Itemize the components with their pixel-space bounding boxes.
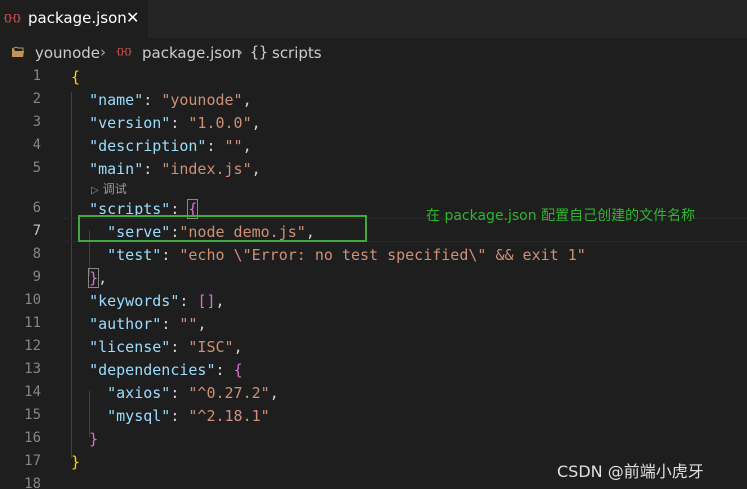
line-number: 3 xyxy=(32,114,41,130)
tab-package-json[interactable]: {}{} package.json ✕ xyxy=(0,0,148,38)
codelens-label: 调试 xyxy=(102,182,127,196)
line-number: 4 xyxy=(32,137,41,153)
code-text: } xyxy=(89,430,99,448)
line-number: 6 xyxy=(32,200,41,216)
highlight-box xyxy=(78,215,367,242)
line-number: 11 xyxy=(24,315,41,331)
line-number: 16 xyxy=(24,430,41,446)
json-file-icon: {}{} xyxy=(116,47,132,56)
line-number: 8 xyxy=(32,246,41,262)
close-icon[interactable]: ✕ xyxy=(126,8,139,27)
line-number: 9 xyxy=(32,269,41,285)
folder-icon xyxy=(11,46,24,57)
code-line: 11 "author": "", xyxy=(0,313,747,336)
line-number: 7 xyxy=(32,223,41,239)
code-text: { xyxy=(71,68,81,86)
code-line: 15 "mysql": "^2.18.1" xyxy=(0,405,747,428)
braces-icon: {} xyxy=(250,43,269,61)
debug-codelens[interactable]: ▷ 调试 xyxy=(91,180,127,197)
chevron-right-icon: › xyxy=(100,43,106,61)
run-icon: ▷ xyxy=(91,185,99,196)
code-line: 9 }, xyxy=(0,267,747,290)
code-editor: {}{} package.json ✕ younode › {}{} packa… xyxy=(0,0,747,489)
code-text: }, xyxy=(88,268,108,288)
breadcrumb-symbol[interactable]: scripts xyxy=(272,44,322,62)
watermark: CSDN @前端小虎牙 xyxy=(557,462,704,481)
line-number: 10 xyxy=(24,292,41,308)
breadcrumb-folder[interactable]: younode xyxy=(35,44,100,62)
code-line: 4 "description": "", xyxy=(0,135,747,158)
code-text: "name": "younode", xyxy=(89,91,252,109)
code-text: "license": "ISC", xyxy=(89,338,243,356)
code-text: "description": "", xyxy=(89,137,252,155)
code-line: 1 { xyxy=(0,66,747,89)
line-number: 5 xyxy=(32,160,41,176)
tab-bar: {}{} package.json ✕ xyxy=(0,0,747,38)
code-area[interactable]: 1 { 2 "name": "younode", 3 "version": "1… xyxy=(0,66,747,489)
code-text: "author": "", xyxy=(89,315,207,333)
tab-title: package.json xyxy=(28,9,127,27)
code-text: "keywords": [], xyxy=(89,292,225,310)
code-line: 2 "name": "younode", xyxy=(0,89,747,112)
line-number: 13 xyxy=(24,361,41,377)
code-line: 8 "test": "echo \"Error: no test specifi… xyxy=(0,244,747,267)
code-line: 16 } xyxy=(0,428,747,451)
code-text: "test": "echo \"Error: no test specified… xyxy=(107,246,586,264)
line-number: 2 xyxy=(32,91,41,107)
code-text: "axios": "^0.27.2", xyxy=(107,384,279,402)
code-line: 3 "version": "1.0.0", xyxy=(0,112,747,135)
line-number: 17 xyxy=(24,453,41,469)
code-text: "mysql": "^2.18.1" xyxy=(107,407,270,425)
breadcrumb: younode › {}{} package.json › {} scripts xyxy=(0,38,747,66)
line-number: 12 xyxy=(24,338,41,354)
code-line: 10 "keywords": [], xyxy=(0,290,747,313)
line-number: 1 xyxy=(32,68,41,84)
json-file-icon: {}{} xyxy=(3,14,22,24)
breadcrumb-file[interactable]: package.json xyxy=(142,44,241,62)
code-line: 12 "license": "ISC", xyxy=(0,336,747,359)
code-line: 13 "dependencies": { xyxy=(0,359,747,382)
code-line: 5 "main": "index.js", xyxy=(0,158,747,181)
line-number: 18 xyxy=(24,476,41,489)
line-number: 14 xyxy=(24,384,41,400)
code-text: "main": "index.js", xyxy=(89,160,261,178)
annotation-text: 在 package.json 配置自己创建的文件名称 xyxy=(426,208,696,224)
code-text: "dependencies": { xyxy=(89,361,243,379)
chevron-right-icon: › xyxy=(237,43,243,61)
line-number: 15 xyxy=(24,407,41,423)
code-line: 14 "axios": "^0.27.2", xyxy=(0,382,747,405)
code-text: "version": "1.0.0", xyxy=(89,114,261,132)
code-text: } xyxy=(71,453,81,471)
